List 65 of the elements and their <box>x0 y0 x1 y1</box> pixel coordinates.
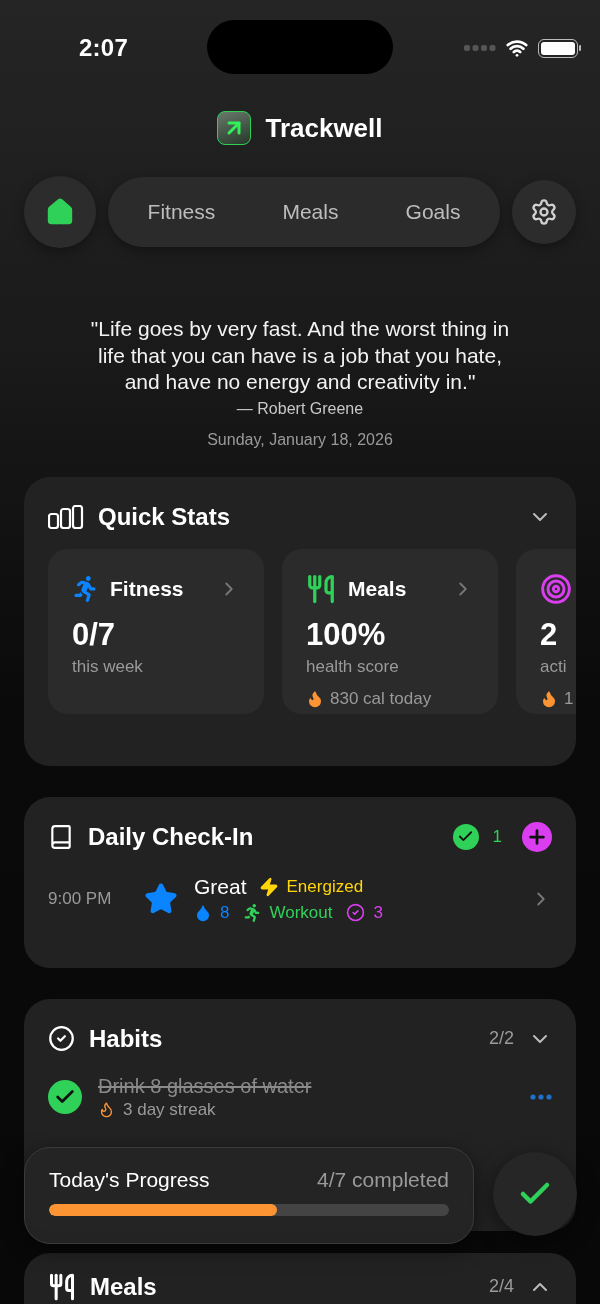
stat-card[interactable]: Fitness 0/7 this week <box>48 548 264 714</box>
fork-knife-icon <box>48 1272 76 1301</box>
target-icon <box>540 572 572 605</box>
stat-note: 830 cal today <box>330 688 432 709</box>
settings-icon <box>530 198 558 226</box>
star-icon <box>144 881 178 916</box>
stat-value: 100% <box>306 616 387 653</box>
home-icon <box>45 197 75 227</box>
nav-tab[interactable]: Meals <box>268 192 353 232</box>
running-figure-icon <box>243 903 262 922</box>
water-drop-icon <box>194 903 212 922</box>
app-title: Trackwell <box>265 112 383 144</box>
more-icon <box>530 1094 552 1100</box>
flame-icon <box>306 689 324 708</box>
date-label: Sunday, January 18, 2026 <box>206 430 394 449</box>
check-in-count: 1 <box>492 826 502 847</box>
stat-card[interactable]: 2 acti 1 <box>516 548 576 714</box>
meal-count: 2/4 <box>488 1276 514 1297</box>
habit-count: 3 <box>373 902 383 923</box>
stat-caption: acti <box>540 656 568 677</box>
habit-count: 2/2 <box>488 1028 514 1049</box>
more-button[interactable] <box>530 1094 552 1100</box>
section-title: Quick Stats <box>98 502 232 531</box>
activity-label: Workout <box>269 902 333 923</box>
status-time: 2:07 <box>77 34 130 62</box>
signal-icon <box>464 44 496 52</box>
stat-note: 1 <box>564 688 574 709</box>
stat-value: 2 <box>540 616 559 653</box>
mood-label: Great <box>194 874 247 899</box>
battery-icon <box>538 38 578 58</box>
app-logo-icon <box>217 111 252 145</box>
stat-card[interactable]: Meals 100% health score 830 cal today <box>282 548 498 714</box>
section-title: Habits <box>89 1024 164 1053</box>
book-icon <box>48 823 74 850</box>
flame-icon <box>98 1101 115 1118</box>
quote-author: — Robert Greene <box>235 399 365 418</box>
fork-knife-icon <box>306 573 336 604</box>
stat-value: 0/7 <box>72 616 117 653</box>
entry-time: 9:00 PM <box>48 888 113 909</box>
stat-caption: this week <box>72 656 144 677</box>
nav-tab[interactable]: Goals <box>391 192 475 232</box>
nav-tab[interactable]: Fitness <box>133 192 230 232</box>
flame-icon <box>540 689 558 708</box>
running-figure-icon <box>72 575 98 602</box>
check-circle-icon <box>48 1025 75 1052</box>
water-count: 8 <box>220 902 230 923</box>
stat-title: Fitness <box>110 576 185 601</box>
progress-title: Today's Progress <box>49 1168 210 1192</box>
habit-name: Drink 8 glasses of water <box>98 1074 313 1098</box>
streak-label: 3 day streak <box>123 1099 216 1120</box>
wifi-icon <box>506 37 528 59</box>
stat-title: Meals <box>348 576 408 601</box>
energy-label: Energized <box>286 876 364 897</box>
stat-caption: health score <box>306 656 400 677</box>
check-badge-icon <box>452 823 479 850</box>
add-button[interactable] <box>522 821 552 852</box>
section-title: Daily Check-In <box>88 822 255 851</box>
quote-text: "Life goes by very fast. And the worst thing in life that you can have is a job that you hate, and have no energy and creativity in." <box>89 316 511 395</box>
check-circle-icon <box>346 903 366 922</box>
check-in-entry[interactable]: 9:00 PM Great Energized 8 Workout 3 <box>48 874 552 923</box>
bar-chart-icon <box>48 504 84 529</box>
habit-checkbox[interactable] <box>48 1080 82 1114</box>
lightning-icon <box>258 876 279 897</box>
progress-summary: 4/7 completed <box>317 1168 449 1192</box>
section-title: Meals <box>90 1272 158 1301</box>
